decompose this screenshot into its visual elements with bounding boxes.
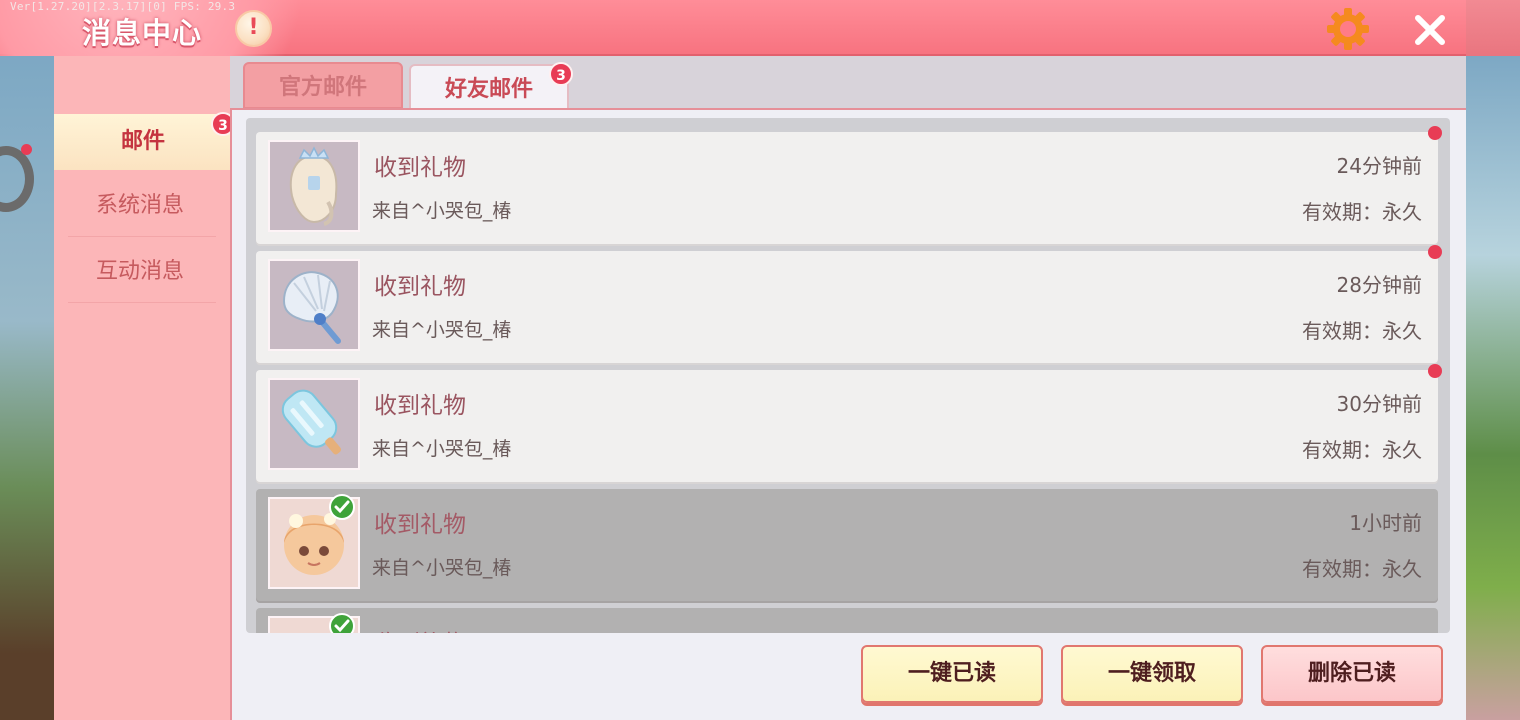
- divider: [68, 302, 216, 303]
- mail-list[interactable]: 收到礼物 来自^小哭包_椿 24分钟前 有效期：永久 收到礼物 来自^小哭包_椿…: [246, 118, 1450, 633]
- mail-content: 收到礼物 来自^小哭包_椿 24分钟前 有效期：永久 收到礼物 来自^小哭包_椿…: [230, 108, 1466, 720]
- popsicle-icon: [281, 389, 342, 455]
- sidebar-item-system[interactable]: 系统消息: [54, 174, 226, 238]
- mark-all-read-button[interactable]: 一键已读: [861, 645, 1043, 703]
- check-icon: [329, 494, 355, 520]
- ring-decoration: [0, 146, 34, 212]
- check-icon: [329, 613, 355, 633]
- unread-dot: [1428, 126, 1442, 140]
- shell-fan-icon: [282, 271, 341, 344]
- gift-thumbnail: [268, 378, 360, 470]
- mail-validity: 有效期：永久: [1302, 438, 1422, 462]
- mail-time: 30分钟前: [1336, 392, 1422, 416]
- friend-mail-badge: 3: [549, 62, 573, 86]
- mail-item[interactable]: 收到礼物 来自^小哭包_椿 28分钟前 有效期：永久: [256, 245, 1442, 363]
- mail-item[interactable]: 收到礼物 来自^小哭包_椿 24分钟前 有效期：永久: [256, 126, 1442, 244]
- alert-icon[interactable]: !: [235, 10, 272, 47]
- sidebar-item-label: 系统消息: [95, 193, 184, 218]
- mail-title: 收到礼物: [374, 393, 466, 419]
- close-icon[interactable]: [1410, 10, 1450, 50]
- mail-sender: 来自^小哭包_椿: [372, 200, 512, 222]
- mail-sender: 来自^小哭包_椿: [372, 319, 512, 341]
- sidebar-item-mail[interactable]: 邮件: [54, 114, 236, 170]
- mail-validity: 有效期：永久: [1302, 557, 1422, 581]
- mail-title: 收到礼物: [374, 274, 466, 300]
- mail-title: 收到礼物: [374, 624, 466, 633]
- gift-thumbnail: [268, 140, 360, 232]
- divider: [68, 236, 216, 237]
- mail-item[interactable]: 收到礼物: [256, 608, 1438, 633]
- notification-dot: [21, 144, 32, 155]
- sidebar-item-label: 互动消息: [95, 259, 184, 284]
- mail-item[interactable]: 收到礼物 来自^小哭包_椿 30分钟前 有效期：永久: [256, 364, 1442, 482]
- version-fps-text: Ver[1.27.20][2.3.17][0] FPS: 29.3: [10, 0, 236, 13]
- mail-validity: 有效期：永久: [1302, 319, 1422, 343]
- unread-dot: [1428, 364, 1442, 378]
- gift-thumbnail: [268, 259, 360, 351]
- tab-friend-mail[interactable]: 好友邮件: [409, 64, 569, 109]
- unread-dot: [1428, 245, 1442, 259]
- mail-sender: 来自^小哭包_椿: [372, 438, 512, 460]
- page-title: 消息中心: [82, 16, 203, 50]
- tab-official-mail[interactable]: 官方邮件: [243, 62, 403, 109]
- mail-item[interactable]: 收到礼物 来自^小哭包_椿 1小时前 有效期：永久: [256, 489, 1438, 601]
- sidebar: 邮件 3 系统消息 互动消息: [54, 56, 236, 720]
- mail-title: 收到礼物: [374, 512, 466, 538]
- claim-all-button[interactable]: 一键领取: [1061, 645, 1243, 703]
- mail-time: 1小时前: [1349, 511, 1422, 535]
- delete-read-button[interactable]: 删除已读: [1261, 645, 1443, 703]
- hair-icon: [289, 146, 338, 226]
- title-bar-edge: [1466, 0, 1520, 56]
- mail-sender: 来自^小哭包_椿: [372, 557, 512, 579]
- background-right: [1466, 56, 1520, 720]
- mail-title: 收到礼物: [374, 155, 466, 181]
- background-left: [0, 56, 54, 720]
- sidebar-item-interaction[interactable]: 互动消息: [54, 240, 226, 304]
- gear-icon[interactable]: [1326, 7, 1370, 51]
- mail-time: 28分钟前: [1336, 273, 1422, 297]
- mail-time: 24分钟前: [1336, 154, 1422, 178]
- mail-panel: 官方邮件 好友邮件 3 收到礼物 来自^小哭包_椿 24分钟前 有效期：永久 收…: [230, 56, 1466, 720]
- sidebar-item-label: 邮件: [120, 129, 165, 154]
- mail-validity: 有效期：永久: [1302, 200, 1422, 224]
